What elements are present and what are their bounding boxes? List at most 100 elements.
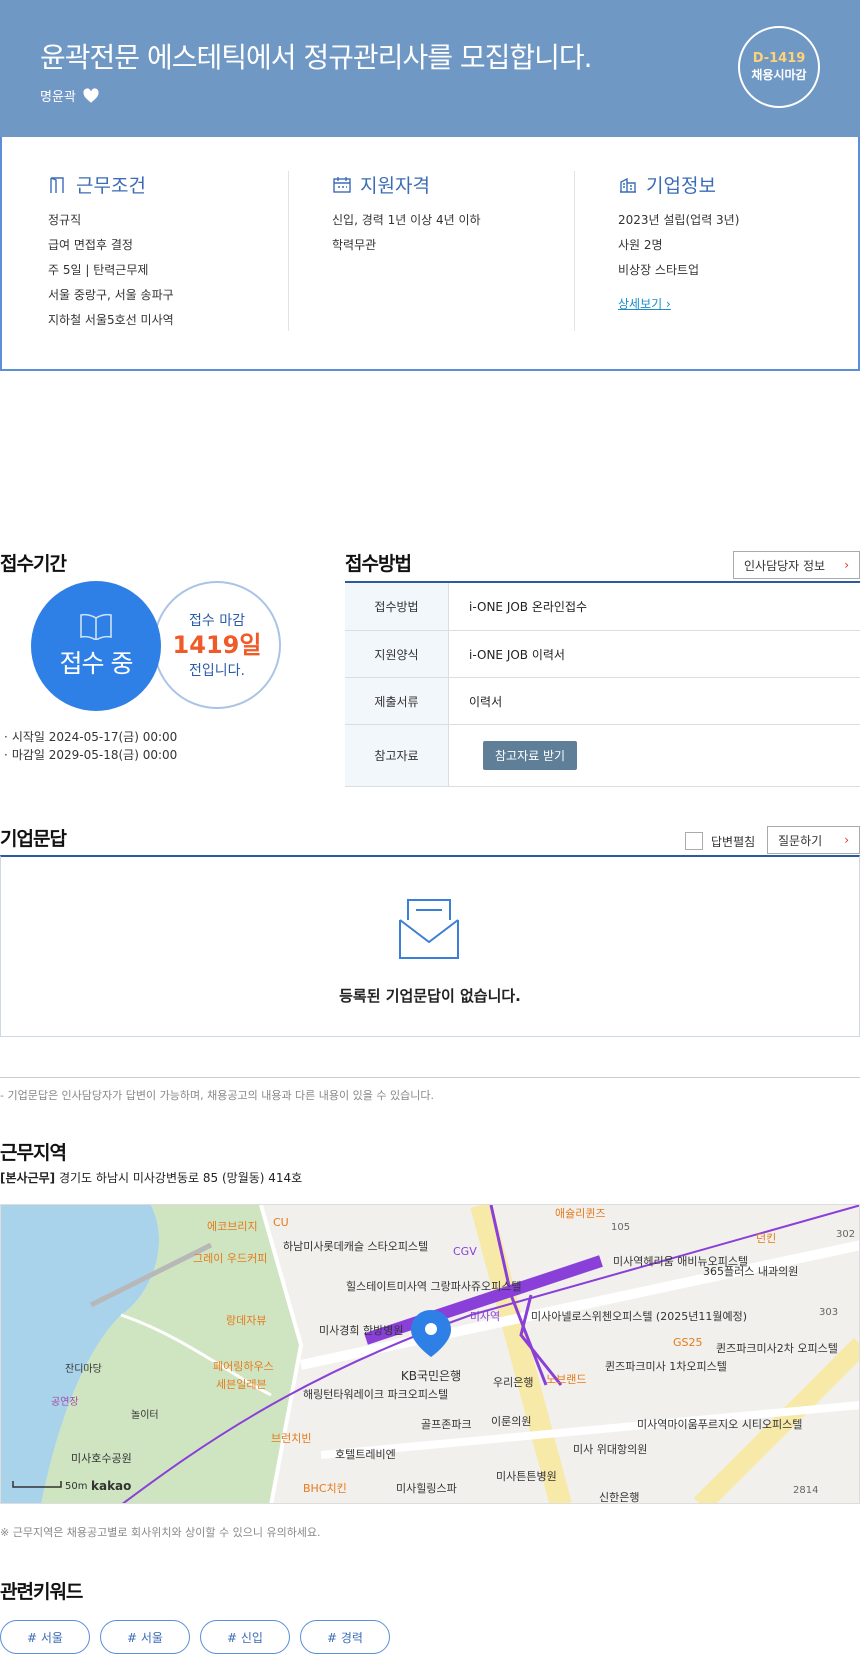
area-title: 근무지역	[0, 1142, 67, 1164]
method-table: 접수방법 i-ONE JOB 온라인접수 지원양식 i-ONE JOB 이력서 …	[345, 581, 860, 787]
dday-badge: D-1419 채용시마감	[738, 26, 820, 108]
map-label-place: 세븐일레븐	[216, 1377, 267, 1391]
condition-line: 서울 중랑구, 서울 송파구	[48, 288, 174, 302]
method-title: 접수방법	[345, 553, 412, 575]
company-info-title: 기업정보	[646, 175, 716, 197]
answer-expand-checkbox[interactable]	[685, 832, 703, 850]
answer-expand-label: 답변펼침	[711, 834, 756, 849]
address-text: 경기도 하남시 미사강변동로 85 (망월동) 414호	[58, 1171, 303, 1185]
countdown-prefix: 접수 마감	[189, 613, 245, 629]
conditions-title: 근무조건	[76, 175, 146, 197]
company-line: 2023년 설립(업력 3년)	[618, 213, 740, 227]
status-circle: 접수 중	[31, 581, 161, 711]
map-label-road-number: 2814	[793, 1485, 818, 1496]
countdown-suffix: 전입니다.	[189, 663, 245, 679]
qa-empty-message: 등록된 기업문답이 없습니다.	[339, 987, 521, 1005]
period-title: 접수기간	[0, 553, 67, 575]
map-label-road-number: 303	[819, 1307, 838, 1318]
countdown-value: 1419일	[172, 631, 262, 659]
qa-title: 기업문답	[0, 828, 67, 850]
map-label-place: 이룬의원	[491, 1415, 531, 1428]
address-tag: [본사근무]	[0, 1171, 56, 1185]
map-label-place: GS25	[673, 1336, 703, 1349]
keyword-list: # 서울 # 서울 # 신입 # 경력	[0, 1620, 390, 1654]
keywords-title: 관련키워드	[0, 1581, 83, 1603]
company-column: 기업정보 2023년 설립(업력 3년) 사원 2명 비상장 스타트업 상세보기…	[618, 171, 838, 331]
condition-line: 지하철 서울5호선 미사역	[48, 313, 174, 327]
map-label-place: 에코브리지	[207, 1220, 258, 1233]
condition-line: 급여 면접후 결정	[48, 238, 133, 252]
row-value: i-ONE JOB 이력서	[469, 647, 565, 662]
answer-expand-toggle[interactable]: 답변펼침	[685, 832, 755, 850]
countdown-circle: 접수 마감 1419일 전입니다.	[153, 581, 281, 709]
map-label-place: 미사 위대항의원	[573, 1443, 647, 1456]
qualification-line: 신입, 경력 1년 이상 4년 이하	[332, 213, 481, 227]
door-icon	[50, 176, 64, 193]
posting-title: 윤곽전문 에스테틱에서 정규관리사를 모집합니다.	[40, 41, 593, 74]
keyword-tag[interactable]: # 서울	[0, 1620, 90, 1654]
ask-question-button[interactable]: 질문하기 ›	[767, 826, 860, 854]
heart-icon[interactable]	[82, 87, 100, 105]
location-map[interactable]: KB국민은행 미사역 에코브리지 CU 그레이 우드커피 하남미사롯데캐슬 스타…	[0, 1204, 860, 1504]
map-label-place: 그레이 우드커피	[193, 1252, 267, 1265]
qualifications-column: 지원자격 신입, 경력 1년 이상 4년 이하 학력무관	[332, 171, 572, 331]
map-label-place: 퀸즈파크미사2차 오피스텔	[716, 1342, 838, 1355]
map-label-place: 신한은행	[599, 1491, 639, 1504]
company-name-row: 명윤곽	[40, 86, 100, 105]
map-label-place: 미사튼튼병원	[496, 1470, 557, 1483]
condition-line: 주 5일 | 탄력근무제	[48, 263, 149, 277]
hr-info-button[interactable]: 인사담당자 정보 ›	[733, 551, 860, 579]
map-brand-logo: kakao	[91, 1479, 131, 1493]
map-label-center: KB국민은행	[401, 1368, 461, 1383]
table-row: 참고자료 참고자료 받기	[345, 725, 860, 787]
company-line: 사원 2명	[618, 238, 663, 252]
map-label-place: 던킨	[756, 1232, 776, 1245]
status-text: 접수 중	[59, 649, 134, 678]
chevron-right-icon: ›	[844, 558, 849, 572]
qualification-line: 학력무관	[332, 238, 377, 252]
row-key: 제출서류	[345, 678, 449, 724]
map-label-place: 퀸즈파크미사 1차오피스텔	[605, 1360, 727, 1373]
column-divider	[574, 171, 575, 331]
map-label-road-number: 105	[611, 1222, 630, 1233]
book-icon	[80, 613, 112, 640]
posting-header: 윤곽전문 에스테틱에서 정규관리사를 모집합니다. 명윤곽 D-1419 채용시…	[0, 0, 860, 137]
map-label-place: BHC치킨	[303, 1482, 347, 1495]
column-divider	[288, 171, 289, 331]
map-label-road-number: 302	[836, 1229, 855, 1240]
map-label-place: 페어링하우스	[213, 1359, 274, 1373]
section-divider	[0, 1077, 860, 1078]
table-row: 지원양식 i-ONE JOB 이력서	[345, 631, 860, 678]
map-label-place: 호텔트레비엔	[335, 1448, 396, 1461]
company-detail-label: 상세보기	[618, 297, 663, 311]
keyword-tag[interactable]: # 서울	[100, 1620, 190, 1654]
map-label-place: 365플러스 내과의원	[703, 1265, 798, 1278]
map-label-place: 잔디마당	[65, 1363, 102, 1375]
map-label-place: 미사역마이움푸르지오 시티오피스텔	[637, 1418, 802, 1431]
pin-center	[425, 1323, 437, 1335]
envelope-icon	[399, 899, 459, 959]
main-road	[470, 1205, 572, 1503]
map-label-place: 하남미사롯데캐슬 스타오피스텔	[283, 1239, 428, 1253]
map-label-place: 놀이터	[131, 1409, 159, 1421]
deadline-type: 채용시마감	[751, 68, 807, 82]
map-label-place: 공연장	[51, 1396, 79, 1408]
map-label-place: CU	[273, 1216, 289, 1229]
map-label-place: 해링턴타워레이크 파크오피스텔	[303, 1387, 448, 1401]
work-address: [본사근무] 경기도 하남시 미사강변동로 85 (망월동) 414호	[0, 1169, 302, 1186]
keyword-tag[interactable]: # 경력	[300, 1620, 390, 1654]
row-key: 지원양식	[345, 631, 449, 677]
building-icon	[620, 177, 636, 193]
map-canvas[interactable]: KB국민은행 미사역 에코브리지 CU 그레이 우드커피 하남미사롯데캐슬 스타…	[1, 1205, 860, 1504]
map-label-place: 노브랜드	[546, 1373, 586, 1386]
reference-download-button[interactable]: 참고자료 받기	[483, 741, 578, 770]
map-label-place: 랑데자뷰	[226, 1314, 266, 1327]
calendar-icon	[333, 176, 351, 193]
chevron-right-icon: ›	[844, 833, 849, 847]
company-name[interactable]: 명윤곽	[40, 86, 76, 105]
row-key: 참고자료	[345, 725, 449, 786]
company-detail-link[interactable]: 상세보기 ›	[618, 295, 671, 312]
map-label-place: CGV	[453, 1245, 477, 1258]
condition-line: 정규직	[48, 213, 82, 227]
keyword-tag[interactable]: # 신입	[200, 1620, 290, 1654]
